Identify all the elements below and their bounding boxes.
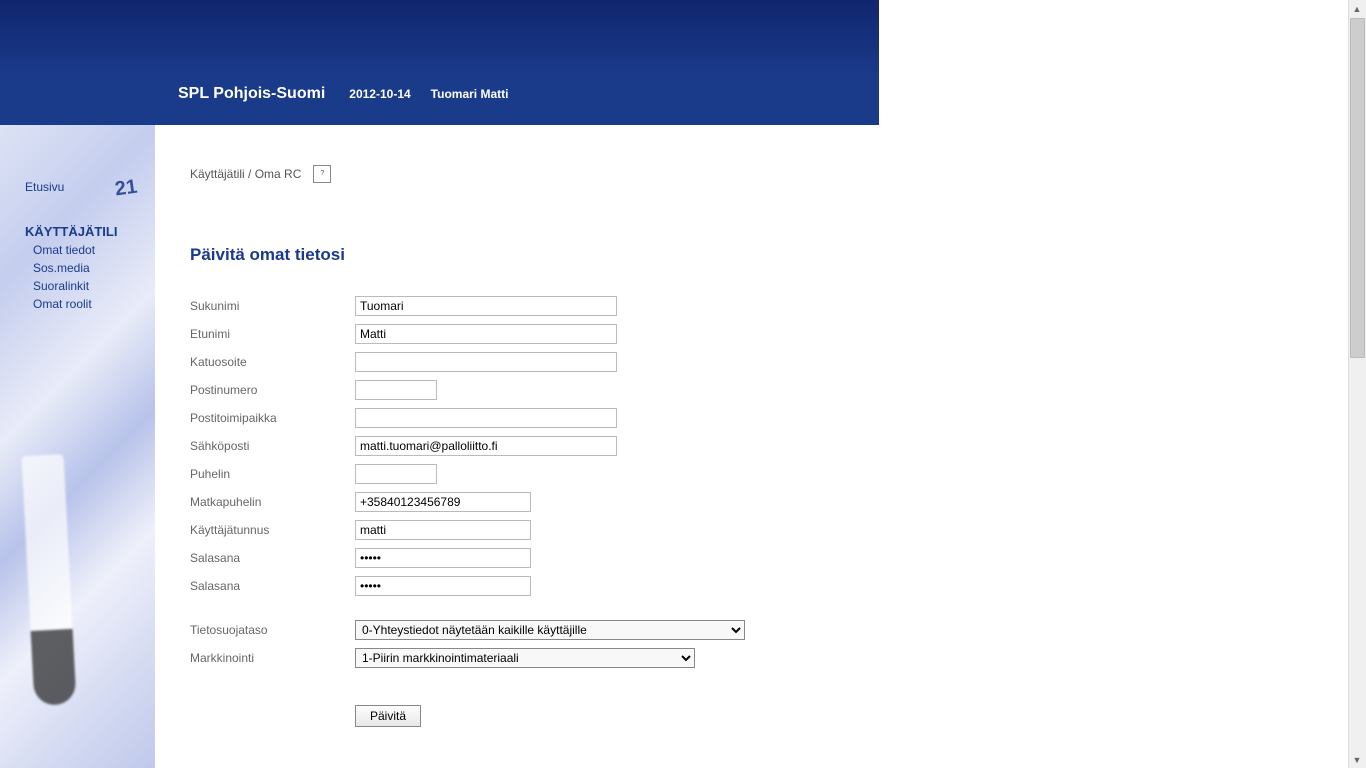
nav-omat-roolit[interactable]: Omat roolit	[33, 297, 155, 311]
label-postitoimipaikka: Postitoimipaikka	[190, 411, 355, 425]
label-sahkoposti: Sähköposti	[190, 439, 355, 453]
nav-section-user: KÄYTTÄJÄTILI	[25, 224, 155, 239]
sidebar: Etusivu KÄYTTÄJÄTILI Omat tiedot Sos.med…	[0, 125, 155, 768]
scroll-thumb[interactable]	[1350, 18, 1365, 358]
input-katuosoite[interactable]	[355, 352, 617, 372]
input-salasana2[interactable]	[355, 576, 531, 596]
label-tietosuojataso: Tietosuojataso	[190, 623, 355, 637]
input-puhelin[interactable]	[355, 464, 437, 484]
label-kayttajatunnus: Käyttäjätunnus	[190, 523, 355, 537]
input-sahkoposti[interactable]	[355, 436, 617, 456]
label-postinumero: Postinumero	[190, 383, 355, 397]
input-postinumero[interactable]	[355, 380, 437, 400]
header-date: 2012-10-14	[349, 87, 410, 101]
input-kayttajatunnus[interactable]	[355, 520, 531, 540]
input-matkapuhelin[interactable]	[355, 492, 531, 512]
nav-suoralinkit[interactable]: Suoralinkit	[33, 279, 155, 293]
header-banner: SPL Pohjois-Suomi 2012-10-14 Tuomari Mat…	[0, 0, 879, 125]
input-salasana1[interactable]	[355, 548, 531, 568]
label-puhelin: Puhelin	[190, 467, 355, 481]
breadcrumb: Käyttäjätili / Oma RC ?	[190, 165, 879, 183]
header-user: Tuomari Matti	[431, 87, 509, 101]
label-matkapuhelin: Matkapuhelin	[190, 495, 355, 509]
main-content: Käyttäjätili / Oma RC ? Päivitä omat tie…	[155, 125, 879, 768]
breadcrumb-text: Käyttäjätili / Oma RC	[190, 167, 301, 181]
help-button[interactable]: ?	[313, 165, 331, 183]
select-tietosuojataso[interactable]: 0-Yhteystiedot näytetään kaikille käyttä…	[355, 620, 745, 640]
scroll-down-icon[interactable]: ▼	[1349, 751, 1365, 768]
select-markkinointi[interactable]: 1-Piirin markkinointimateriaali	[355, 648, 695, 668]
nav-omat-tiedot[interactable]: Omat tiedot	[33, 243, 155, 257]
label-markkinointi: Markkinointi	[190, 651, 355, 665]
submit-button[interactable]: Päivitä	[355, 705, 421, 727]
nav-home-link[interactable]: Etusivu	[25, 180, 155, 194]
input-sukunimi[interactable]	[355, 296, 617, 316]
label-sukunimi: Sukunimi	[190, 299, 355, 313]
vertical-scrollbar[interactable]: ▲ ▼	[1348, 0, 1366, 768]
site-title: SPL Pohjois-Suomi	[178, 85, 325, 103]
label-salasana1: Salasana	[190, 551, 355, 565]
label-etunimi: Etunimi	[190, 327, 355, 341]
input-postitoimipaikka[interactable]	[355, 408, 617, 428]
label-katuosoite: Katuosoite	[190, 355, 355, 369]
scroll-up-icon[interactable]: ▲	[1349, 0, 1365, 17]
label-salasana2: Salasana	[190, 579, 355, 593]
input-etunimi[interactable]	[355, 324, 617, 344]
nav-sos-media[interactable]: Sos.media	[33, 261, 155, 275]
page-title: Päivitä omat tietosi	[190, 245, 879, 265]
